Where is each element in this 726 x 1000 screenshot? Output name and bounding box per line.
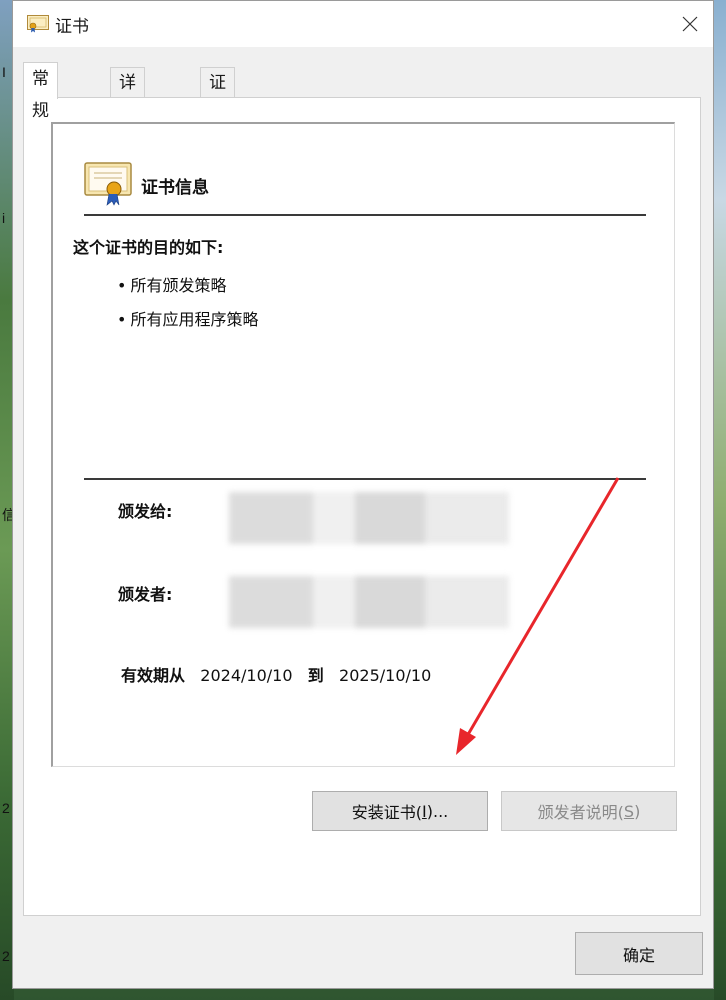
validity-label: 有效期从 <box>121 666 186 685</box>
certificate-ribbon-icon <box>84 162 132 206</box>
certificate-icon <box>27 15 49 33</box>
validity-period: 有效期从 2024/10/10 到 2025/10/10 <box>121 662 431 686</box>
install-certificate-button[interactable]: 安装证书(I)... <box>312 791 488 831</box>
divider <box>84 214 646 216</box>
issued-by-label: 颁发者: <box>118 585 173 604</box>
ok-button[interactable]: 确定 <box>575 932 703 975</box>
close-button[interactable] <box>667 1 713 47</box>
issued-by-value-redacted <box>229 576 509 628</box>
title-bar[interactable]: 证书 <box>13 1 713 47</box>
section-title: 证书信息 <box>141 178 209 198</box>
tab-details[interactable]: 详细信息 <box>110 67 145 183</box>
window-title: 证书 <box>55 17 89 37</box>
valid-from: 2024/10/10 <box>200 666 293 685</box>
desktop-text: I <box>2 64 6 80</box>
issued-to-label: 颁发给: <box>118 502 173 521</box>
close-icon <box>682 16 698 32</box>
button-hotkey: S <box>623 801 635 821</box>
tab-general[interactable]: 常规 <box>23 62 58 121</box>
divider <box>84 478 646 480</box>
desktop-background-right <box>714 0 726 1000</box>
general-tab-panel: 证书信息 这个证书的目的如下: 所有颁发策略 所有应用程序策略 颁发给: 颁发者… <box>23 97 701 916</box>
purpose-item: 所有颁发策略 <box>117 272 226 296</box>
desktop-text: 2 <box>2 948 10 964</box>
purpose-item: 所有应用程序策略 <box>117 306 258 330</box>
button-label: )... <box>426 801 449 821</box>
button-label: ) <box>634 801 641 821</box>
tab-certification-path[interactable]: 证书路径 <box>200 67 235 183</box>
button-label: 安装证书( <box>351 803 423 822</box>
certificate-info-box: 证书信息 这个证书的目的如下: 所有颁发策略 所有应用程序策略 颁发给: 颁发者… <box>51 122 675 767</box>
issuer-statement-button[interactable]: 颁发者说明(S) <box>501 791 677 831</box>
certificate-dialog: 证书 常规 详细信息 证书路径 证书信息 <box>12 0 714 989</box>
to-label: 到 <box>307 666 324 685</box>
issued-to-value-redacted <box>229 492 509 544</box>
desktop-text: i <box>2 210 6 226</box>
purpose-heading: 这个证书的目的如下: <box>73 238 224 257</box>
button-label: 颁发者说明( <box>537 803 624 822</box>
desktop-text: 2 <box>2 800 10 816</box>
valid-to: 2025/10/10 <box>339 666 432 685</box>
